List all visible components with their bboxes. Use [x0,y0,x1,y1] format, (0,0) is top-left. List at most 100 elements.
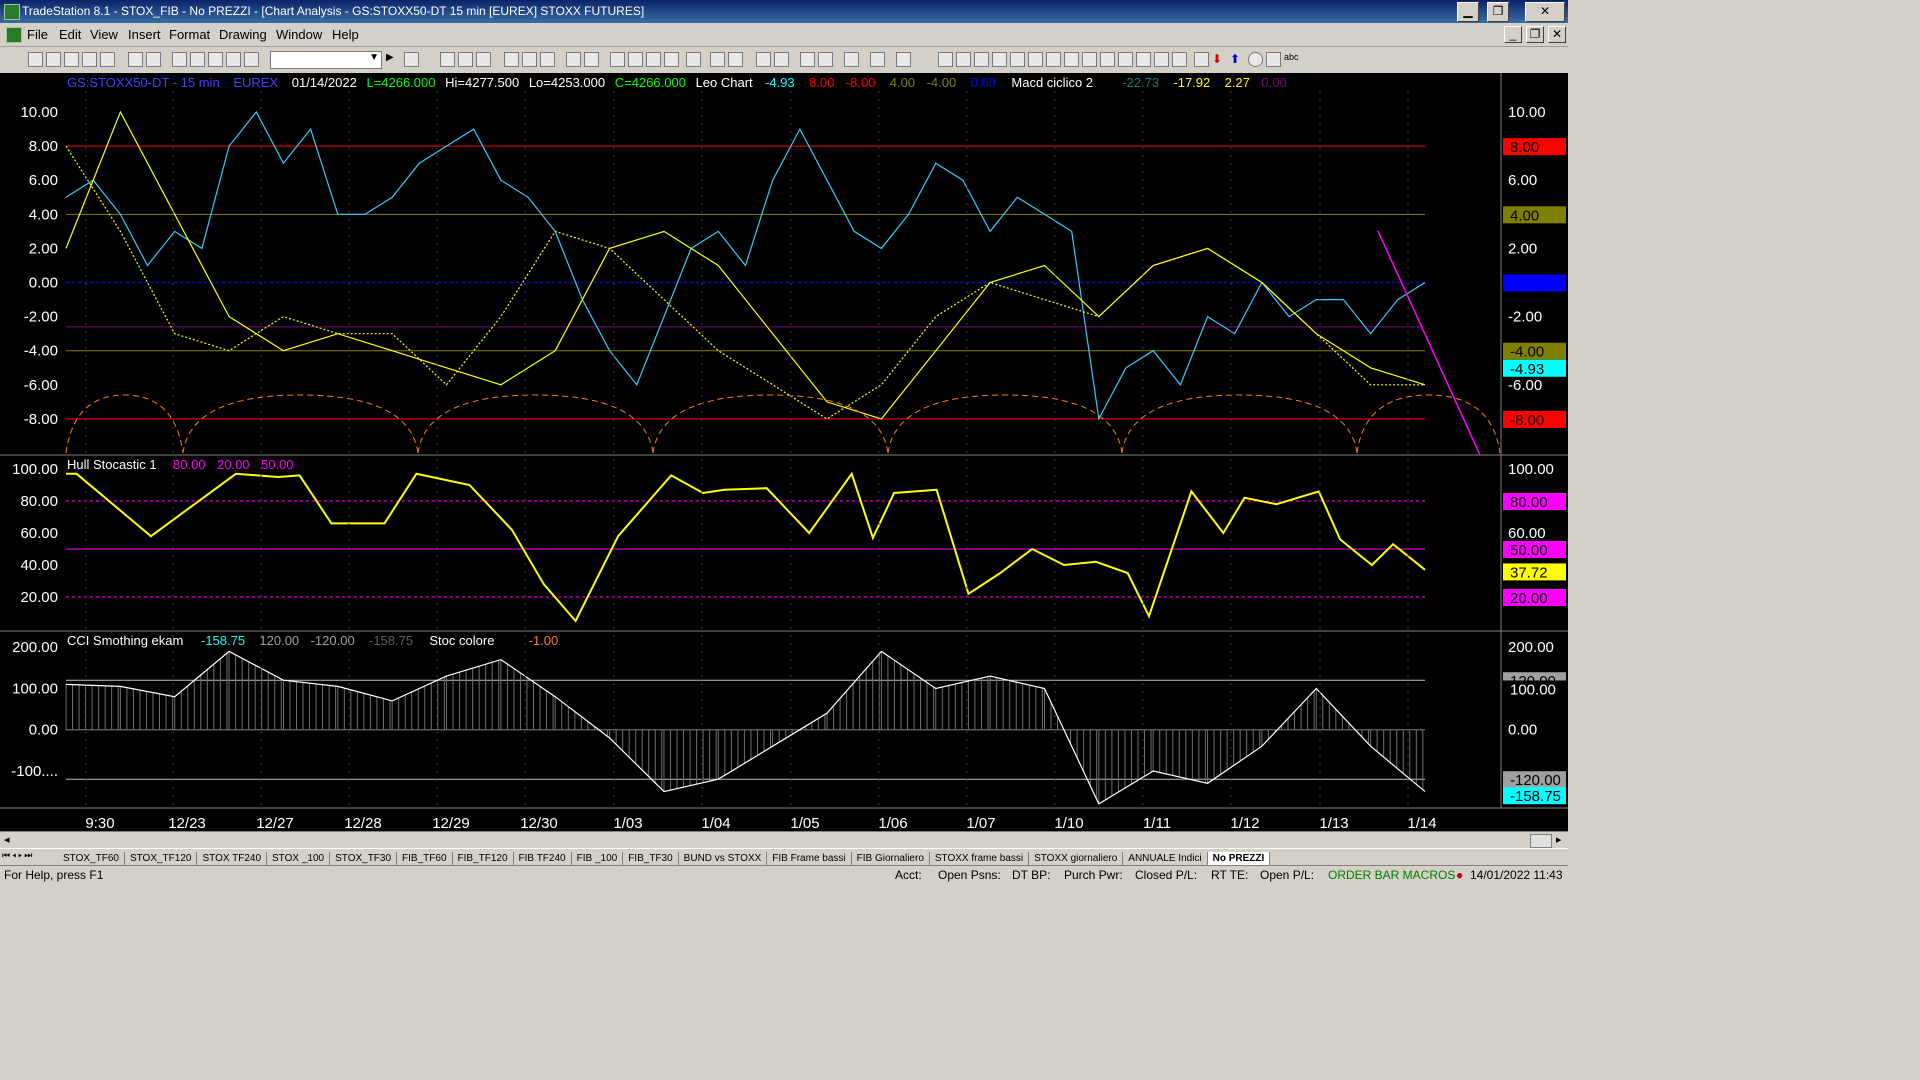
menu-help[interactable]: Help [332,27,359,42]
tab-fib-tf240[interactable]: FIB TF240 [514,852,572,866]
tile-icon[interactable] [190,52,205,67]
workspace-icon[interactable] [100,52,115,67]
menu-insert[interactable]: Insert [128,27,161,42]
export-icon[interactable] [870,52,885,67]
fib-icon[interactable] [992,52,1007,67]
ellipse-icon[interactable] [1248,52,1263,67]
scroll-left-icon[interactable] [710,52,725,67]
tab-stoxx-frame-bassi[interactable]: STOXX frame bassi [930,852,1030,866]
child-close-button[interactable]: ✕ [1548,26,1566,43]
menu-drawing[interactable]: Drawing [219,27,267,42]
scroll-thumb[interactable] [1530,834,1552,848]
pointer-icon[interactable] [800,52,815,67]
save-all-icon[interactable] [82,52,97,67]
tools-icon[interactable] [844,52,859,67]
menu-format[interactable]: Format [169,27,210,42]
studies-icon[interactable] [628,52,643,67]
vline-icon[interactable] [1082,52,1097,67]
chart-icon[interactable] [440,52,455,67]
child-restore-button[interactable]: ❐ [1526,26,1544,43]
menu-file[interactable]: File [27,27,48,42]
arc-icon[interactable] [1154,52,1169,67]
series-line[interactable] [65,650,1426,805]
maximize-button[interactable]: ❐ [1487,2,1509,22]
hline-icon[interactable] [974,52,989,67]
channel-icon[interactable] [956,52,971,67]
tab-no-prezzi[interactable]: No PREZZI [1207,852,1271,866]
document-icon[interactable] [6,27,22,43]
window-icon[interactable] [172,52,187,67]
candlestick-icon[interactable] [664,52,679,67]
format-icon[interactable] [540,52,555,67]
plot-layer[interactable] [65,91,1501,808]
child-minimize-button[interactable]: _ [1504,26,1522,43]
speed-line-icon[interactable] [1028,52,1043,67]
pencil-icon[interactable] [1172,52,1187,67]
text-icon[interactable]: abc [1284,52,1299,65]
tab-stox-100[interactable]: STOX _100 [267,852,331,866]
print-icon[interactable] [128,52,143,67]
link-icon[interactable] [226,52,241,67]
chart-area[interactable]: GS:STOXX50-DT - 15 min EUREX 01/14/2022 … [0,73,1568,832]
zoom-out-icon[interactable] [774,52,789,67]
tab-stox-tf30[interactable]: STOX_TF30 [330,852,398,866]
tab-fib-100[interactable]: FIB _100 [572,852,624,866]
play-icon[interactable]: ▶ [386,52,399,65]
tab-bund-vs-stoxx[interactable]: BUND vs STOXX [679,852,768,866]
cycle-icon[interactable] [1136,52,1151,67]
options-icon[interactable] [896,52,911,67]
scroll-right-arrow-icon[interactable]: ▸ [1556,833,1562,846]
radar-icon[interactable] [458,52,473,67]
scroll-left-arrow-icon[interactable]: ◂ [4,833,10,846]
status-macros[interactable]: ORDER BAR MACROS [1328,868,1455,882]
regression-icon[interactable] [1100,52,1115,67]
strategy-icon[interactable] [504,52,519,67]
gann-icon[interactable] [1046,52,1061,67]
arrow-down-icon[interactable]: ⬇ [1212,52,1225,66]
zoom-in-icon[interactable] [756,52,771,67]
cursor-icon[interactable] [818,52,833,67]
analysis-icon[interactable] [522,52,537,67]
tab-fib-tf120[interactable]: FIB_TF120 [453,852,514,866]
tab-fib-tf30[interactable]: FIB_TF30 [623,852,679,866]
lock-icon[interactable] [208,52,223,67]
tab-nav-icons[interactable]: ⏮◂▸⏭ [2,850,34,861]
close-button[interactable]: ✕ [1525,2,1565,22]
curve-icon[interactable] [1194,52,1209,67]
grid-icon[interactable] [476,52,491,67]
fib-fan-icon[interactable] [1010,52,1025,67]
horizontal-scrollbar[interactable]: ◂ ▸ [0,831,1568,849]
tab-stox-tf60[interactable]: STOX_TF60 [58,852,125,866]
copy-window-icon[interactable] [584,52,599,67]
tab-fib-frame-bassi[interactable]: FIB Frame bassi [767,852,852,866]
chart-canvas[interactable]: GS:STOXX50-DT - 15 min EUREX 01/14/2022 … [0,73,1568,832]
symbol-combo[interactable]: ▼ [270,51,382,69]
trendline[interactable] [1377,230,1481,456]
menu-edit[interactable]: Edit [59,27,81,42]
series-line[interactable] [65,110,1426,421]
chevron-down-icon[interactable]: ▼ [369,52,379,63]
find-icon[interactable] [404,52,419,67]
tab-fib-giornaliero[interactable]: FIB Giornaliero [852,852,930,866]
andrews-icon[interactable] [1064,52,1079,67]
tab-annuale-indici[interactable]: ANNUALE Indici [1123,852,1208,866]
tab-stox-tf120[interactable]: STOX_TF120 [125,852,198,866]
open-icon[interactable] [46,52,61,67]
scroll-right-icon[interactable] [728,52,743,67]
arrow-up-icon[interactable]: ⬆ [1230,52,1243,66]
bar-icon[interactable] [646,52,661,67]
menu-window[interactable]: Window [276,27,322,42]
window-icon-2[interactable] [566,52,581,67]
group-icon[interactable] [244,52,259,67]
arrow-lr-icon[interactable] [1118,52,1133,67]
tab-stoxx-giornaliero[interactable]: STOXX giornaliero [1029,852,1124,866]
series-line[interactable] [66,471,1426,623]
indicator-icon[interactable] [610,52,625,67]
minimize-button[interactable]: ▁ [1457,2,1479,22]
trendline-icon[interactable] [938,52,953,67]
rectangle-icon[interactable] [1266,52,1281,67]
tab-stox-tf240[interactable]: STOX TF240 [197,852,268,866]
save-icon[interactable] [64,52,79,67]
new-icon[interactable] [28,52,43,67]
menu-view[interactable]: View [90,27,118,42]
